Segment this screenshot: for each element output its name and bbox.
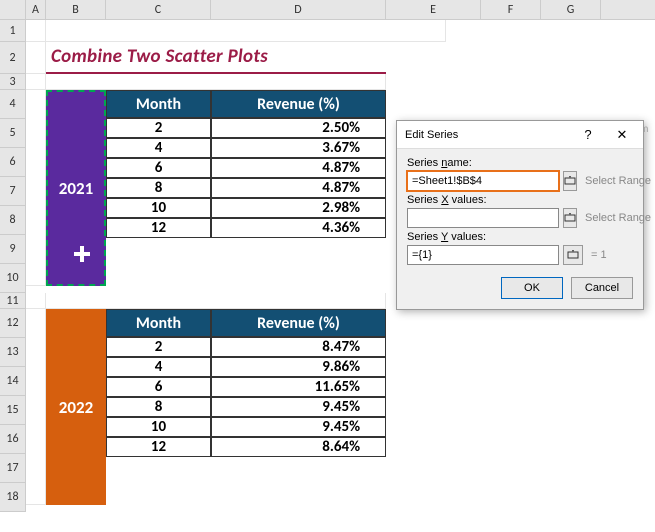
table-cell[interactable]: 10 [106,417,211,437]
row-header-7[interactable]: 7 [0,177,26,206]
series-name-hint: Select Range [585,175,651,187]
spreadsheet: A B C D E F G 1 2 Combine Two Scatter Pl… [0,0,655,532]
year-cell-2022[interactable]: 2022 [46,309,106,505]
col-header-E[interactable]: E [386,0,481,19]
table-cell[interactable]: 8.64% [211,437,386,457]
cell[interactable] [46,74,386,90]
row-header-10[interactable]: 10 [0,264,26,293]
help-button[interactable]: ? [571,123,605,147]
year-label: 2021 [59,178,93,199]
row-header-13[interactable]: 13 [0,338,26,367]
collapse-dialog-icon [564,212,576,224]
row-header-8[interactable]: 8 [0,206,26,235]
dialog-titlebar[interactable]: Edit Series ? ✕ [397,121,643,149]
cell[interactable] [26,309,46,505]
row-header-17[interactable]: 17 [0,454,26,483]
table-cell[interactable]: 11.65% [211,377,386,397]
year-cell-2021[interactable]: 2021 [46,90,106,286]
cell[interactable] [46,293,386,309]
row-header-11[interactable]: 11 [0,293,26,309]
row-header-4[interactable]: 4 [0,90,26,119]
row-header-5[interactable]: 5 [0,119,26,148]
col-header-G[interactable]: G [541,0,601,19]
dialog-title: Edit Series [405,129,458,141]
row-header-2[interactable]: 2 [0,42,26,74]
row-header-9[interactable]: 9 [0,235,26,264]
range-picker-button[interactable] [563,245,583,265]
table-cell[interactable]: 9.86% [211,357,386,377]
table-cell[interactable]: 8 [106,178,211,198]
row-header-3[interactable]: 3 [0,74,26,90]
series-y-label: Series Y values: [407,231,633,243]
table-cell[interactable]: 9.45% [211,417,386,437]
col-header-F[interactable]: F [481,0,541,19]
cross-cursor-icon [74,246,90,262]
table-cell[interactable]: 12 [106,437,211,457]
range-picker-button[interactable] [563,208,577,228]
cell[interactable] [26,293,46,309]
row-header-6[interactable]: 6 [0,148,26,177]
row-header-15[interactable]: 15 [0,396,26,425]
series-x-hint: Select Range [585,212,651,224]
series-y-hint: = 1 [591,249,607,261]
table-cell[interactable]: 8.47% [211,337,386,357]
table-cell[interactable]: 2 [106,118,211,138]
table-cell[interactable]: 6 [106,158,211,178]
table-cell[interactable]: 4 [106,138,211,158]
ok-button[interactable]: OK [501,277,563,299]
edit-series-dialog: Edit Series ? ✕ Series name: Select Rang… [396,120,644,310]
series-name-input[interactable] [407,171,559,191]
year-label: 2022 [59,397,93,418]
table-cell[interactable]: 4.87% [211,158,386,178]
cell[interactable] [26,74,46,90]
col-header-C[interactable]: C [106,0,211,19]
col-header-A[interactable]: A [26,0,46,19]
table-cell[interactable]: 4.87% [211,178,386,198]
select-all-corner[interactable] [0,0,26,19]
cell[interactable] [26,90,46,286]
series-x-input[interactable] [407,208,559,228]
table-cell[interactable]: 12 [106,218,211,238]
row-header-16[interactable]: 16 [0,425,26,454]
table-header-month[interactable]: Month [106,90,211,118]
table-cell[interactable]: 2.50% [211,118,386,138]
table-header-revenue[interactable]: Revenue (%) [211,90,386,118]
table-cell[interactable]: 2.98% [211,198,386,218]
table-cell[interactable]: 2 [106,337,211,357]
table-header-month[interactable]: Month [106,309,211,337]
range-picker-button[interactable] [563,171,577,191]
table-cell[interactable]: 9.45% [211,397,386,417]
page-title[interactable]: Combine Two Scatter Plots [46,42,386,74]
column-headers: A B C D E F G [0,0,655,20]
cancel-button[interactable]: Cancel [571,277,633,299]
cell[interactable] [26,42,46,74]
series-name-label: Series name: [407,157,633,169]
col-header-D[interactable]: D [211,0,386,19]
table-cell[interactable]: 10 [106,198,211,218]
close-button[interactable]: ✕ [605,123,639,147]
table-header-revenue[interactable]: Revenue (%) [211,309,386,337]
row-header-12[interactable]: 12 [0,309,26,338]
row-header-1[interactable]: 1 [0,20,26,42]
series-x-label: Series X values: [407,194,633,206]
table-cell[interactable]: 4 [106,357,211,377]
cell[interactable] [46,20,446,42]
col-header-B[interactable]: B [46,0,106,19]
cell[interactable] [26,20,46,42]
collapse-dialog-icon [567,249,579,261]
row-header-14[interactable]: 14 [0,367,26,396]
collapse-dialog-icon [564,175,576,187]
series-y-input[interactable] [407,245,559,265]
table-cell[interactable]: 3.67% [211,138,386,158]
table-cell[interactable]: 8 [106,397,211,417]
table-cell[interactable]: 6 [106,377,211,397]
table-cell[interactable]: 4.36% [211,218,386,238]
row-header-18[interactable]: 18 [0,483,26,512]
